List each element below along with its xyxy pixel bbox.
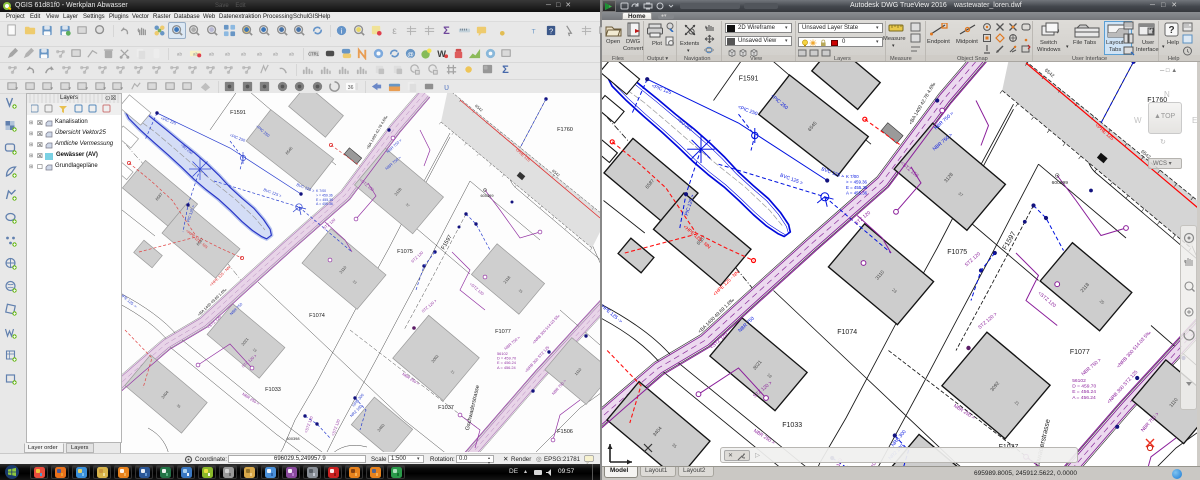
svg-text:F1033: F1033 [265, 387, 281, 393]
svg-text:ab: ab [209, 51, 215, 56]
svg-text:F1591: F1591 [230, 110, 246, 116]
svg-text:F1077: F1077 [1070, 349, 1090, 356]
svg-text:A = 456.24: A = 456.24 [497, 365, 517, 370]
svg-text:600399: 600399 [1052, 180, 1069, 186]
svg-text:?: ? [1168, 25, 1174, 36]
svg-text:F1591: F1591 [739, 76, 759, 83]
svg-text:ab: ab [241, 51, 247, 56]
svg-text:E = 455.36: E = 455.36 [846, 185, 868, 190]
svg-text:F1074: F1074 [309, 313, 325, 319]
svg-text:ab: ab [225, 51, 231, 56]
svg-text:ab: ab [273, 51, 279, 56]
svg-text:600398: 600398 [287, 436, 300, 441]
svg-text:υ: υ [444, 82, 449, 92]
svg-text:Σ: Σ [502, 64, 509, 76]
svg-text:F1033: F1033 [782, 422, 802, 429]
svg-text:F1037: F1037 [438, 405, 454, 411]
svg-text:> = 459.36: > = 459.36 [846, 180, 868, 185]
svg-text:CTRL: CTRL [308, 51, 320, 56]
svg-text:F1075: F1075 [397, 249, 413, 255]
svg-text:T: T [531, 28, 535, 35]
svg-text:F1075: F1075 [947, 249, 967, 256]
svg-text:ab: ab [289, 51, 295, 56]
svg-text:ab: ab [177, 51, 183, 56]
svg-text:K 7/00: K 7/00 [316, 189, 326, 193]
svg-text:56102: 56102 [1072, 378, 1086, 384]
svg-text:A = 455.36: A = 455.36 [316, 202, 333, 206]
svg-text:36: 36 [347, 85, 353, 91]
svg-text:K 7/00: K 7/00 [846, 174, 859, 179]
svg-text:E = 456.24: E = 456.24 [1072, 389, 1096, 395]
svg-text:E = 455.36: E = 455.36 [316, 198, 333, 202]
svg-text:A = 455.36: A = 455.36 [846, 191, 868, 196]
svg-text:D = 459.70: D = 459.70 [1072, 384, 1096, 390]
svg-text:W: W [437, 49, 446, 59]
svg-text:@: @ [407, 51, 414, 58]
svg-text:F1077: F1077 [495, 329, 511, 335]
svg-text:F1760: F1760 [557, 127, 573, 133]
svg-text:F1074: F1074 [837, 329, 857, 336]
svg-text:A = 456.24: A = 456.24 [1072, 395, 1096, 401]
svg-text:ab: ab [257, 51, 263, 56]
svg-text:Σ: Σ [443, 25, 450, 37]
svg-text:ε: ε [392, 26, 397, 37]
svg-text:F1506: F1506 [557, 429, 573, 435]
svg-text:600399: 600399 [481, 193, 494, 198]
svg-text:> = 459.36: > = 459.36 [316, 193, 333, 197]
svg-text:?: ? [549, 26, 553, 35]
